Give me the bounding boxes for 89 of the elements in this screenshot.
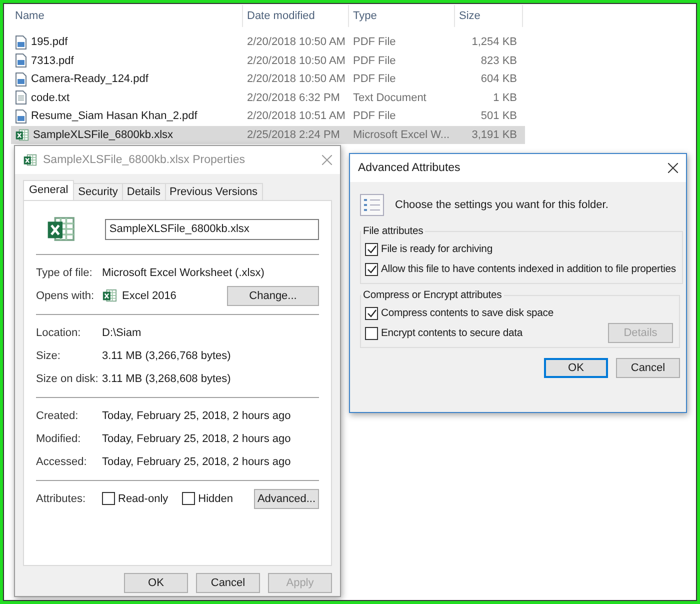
file-row[interactable]: Resume_Siam Hasan Khan_2.pdf 2/20/2018 10:51 AM PDF File 501 KB [11, 107, 525, 126]
file-name: Camera-Ready_124.pdf [31, 73, 148, 86]
property-value: Today, February 25, 2018, 2 hours ago [102, 410, 291, 422]
file-name-field[interactable]: SampleXLSFile_6800kb.xlsx [105, 218, 319, 240]
property-value: D:\Siam [102, 326, 142, 338]
tab[interactable]: General [23, 180, 74, 200]
file-date: 2/20/2018 10:50 AM [246, 73, 346, 86]
file-name: 7313.pdf [31, 54, 74, 67]
property-value: Excel 2016 [122, 290, 176, 302]
file-date: 2/20/2018 10:50 AM [246, 54, 346, 67]
property-label: Created: [36, 410, 80, 422]
property-value: Today, February 25, 2018, 2 hours ago [102, 456, 291, 468]
file-row[interactable]: 7313.pdf 2/20/2018 10:50 AM PDF File 823 KB [11, 52, 525, 70]
file-name: Resume_Siam Hasan Khan_2.pdf [31, 110, 198, 122]
file-row[interactable]: code.txt 2/20/2018 6:32 PM Text Document 1 KB [11, 88, 525, 107]
checkbox[interactable] [365, 262, 378, 276]
group-title: Compress or Encrypt attributes [362, 290, 503, 301]
property-label: Accessed: [36, 456, 88, 468]
file-date: 2/20/2018 10:51 AM [246, 110, 346, 122]
column-header[interactable]: Date modified [243, 5, 349, 27]
checkbox-label: Encrypt contents to secure data [381, 328, 522, 338]
property-label: Modified: [36, 432, 82, 444]
property-label: Type of file: [36, 266, 94, 278]
property-label: Location: [36, 326, 82, 338]
checkbox[interactable] [365, 306, 378, 320]
text-file-icon [15, 90, 27, 106]
window-title: Advanced Attributes [358, 162, 462, 174]
tab[interactable]: Previous Versions [164, 183, 263, 200]
property-value: 3.11 MB (3,268,608 bytes) [102, 372, 231, 384]
window-title: SampleXLSFile_6800kb.xlsx Properties [43, 154, 246, 166]
group-title: File attributes [362, 226, 424, 237]
dialog-button[interactable]: OK [124, 573, 188, 593]
file-size: 1,254 KB [470, 36, 518, 48]
file-size: 1 KB [492, 92, 518, 104]
excel-file-icon [23, 153, 37, 167]
pdf-file-icon [15, 108, 27, 124]
checkbox[interactable] [102, 492, 115, 505]
pdf-file-icon [15, 34, 27, 50]
checklist-icon [360, 194, 384, 216]
checkbox[interactable] [182, 492, 196, 505]
column-header[interactable]: Size [455, 5, 523, 27]
checkbox-label: Read-only [118, 492, 168, 504]
property-value: Today, February 25, 2018, 2 hours ago [102, 432, 291, 444]
column-header[interactable]: Name [11, 5, 243, 27]
file-size: 823 KB [480, 54, 518, 67]
file-name: SampleXLSFile_6800kb.xlsx [33, 128, 174, 141]
checkbox-label: Compress contents to save disk space [381, 308, 554, 318]
file-type: PDF File [352, 110, 397, 122]
property-value: 3.11 MB (3,266,768 bytes) [102, 350, 231, 362]
checkbox[interactable] [365, 242, 378, 256]
file-size: 3,191 KB [470, 128, 518, 141]
file-type: PDF File [352, 73, 397, 86]
dialog-button[interactable]: OK [544, 358, 608, 378]
file-size: 501 KB [480, 110, 518, 122]
excel-app-icon [102, 288, 117, 303]
advanced-button[interactable]: Advanced... [254, 488, 319, 508]
file-date: 2/25/2018 2:24 PM [246, 128, 341, 141]
file-date: 2/20/2018 10:50 AM [246, 36, 346, 48]
file-type: Microsoft Excel W... [352, 128, 451, 141]
file-row[interactable]: Camera-Ready_124.pdf 2/20/2018 10:50 AM PDF File 604 KB [11, 70, 525, 88]
pdf-file-icon [15, 72, 27, 87]
property-label: Size: [36, 350, 62, 362]
pdf-file-icon [15, 53, 27, 68]
file-name: code.txt [31, 92, 70, 104]
property-value: Microsoft Excel Worksheet (.xlsx) [102, 266, 264, 278]
tab[interactable]: Security [73, 183, 123, 200]
dialog-button[interactable]: Cancel [196, 573, 260, 593]
close-icon[interactable] [668, 163, 678, 173]
property-label: Opens with: [36, 290, 96, 302]
change-button[interactable]: Change... [227, 286, 319, 306]
file-size: 604 KB [480, 73, 518, 86]
file-date: 2/20/2018 6:32 PM [246, 92, 341, 104]
file-row[interactable]: 195.pdf 2/20/2018 10:50 AM PDF File 1,254 KB [11, 33, 525, 52]
property-label: Size on disk: [36, 372, 100, 384]
file-type: PDF File [352, 54, 397, 67]
excel-file-icon [46, 214, 76, 244]
checkbox-label: File is ready for archiving [381, 244, 492, 254]
checkbox-label: Allow this file to have contents indexed in addition to file properties [381, 264, 676, 274]
dialog-button[interactable]: Cancel [616, 358, 680, 378]
property-label: Attributes: [36, 492, 87, 504]
excel-file-icon [15, 128, 29, 142]
intro-text: Choose the settings you want for this folder. [395, 199, 608, 211]
column-header[interactable]: Type [349, 5, 455, 27]
file-type: PDF File [352, 36, 397, 48]
file-row[interactable]: SampleXLSFile_6800kb.xlsx 2/25/2018 2:24 PM Microsoft Excel W... 3,191 KB [11, 126, 525, 144]
file-type: Text Document [352, 92, 428, 104]
checkbox-label: Hidden [198, 492, 233, 504]
checkbox[interactable] [365, 326, 378, 340]
file-name: 195.pdf [31, 36, 68, 48]
